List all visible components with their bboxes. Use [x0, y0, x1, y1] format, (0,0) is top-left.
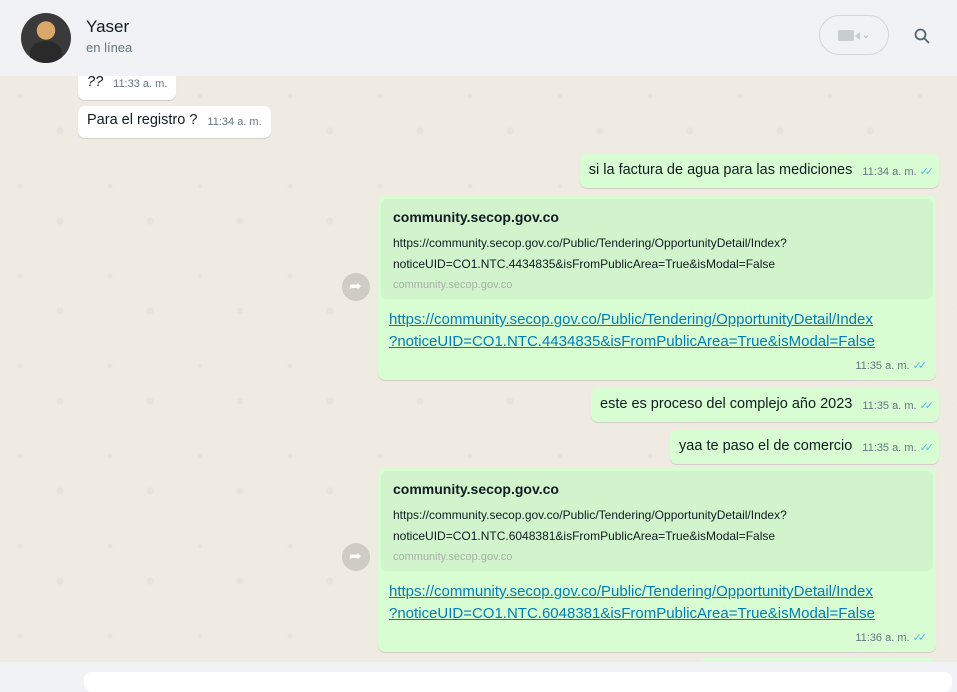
contact-status: en línea [86, 40, 133, 55]
message-outgoing-link[interactable]: community.secop.gov.co https://community… [378, 196, 936, 380]
read-receipt-icon: ✓✓ [919, 166, 935, 178]
link-preview-description: https://community.secop.gov.co/Public/Te… [393, 236, 787, 250]
message-outgoing[interactable]: este es proceso del complejo año 2023 11… [591, 388, 939, 422]
video-call-icon [837, 29, 860, 41]
message-time: 11:35 a. m. [855, 360, 910, 372]
avatar[interactable] [21, 13, 71, 63]
message-time: 11:35 a. m. [862, 442, 917, 454]
message-link[interactable]: https://community.secop.gov.co/Public/Te… [381, 299, 933, 353]
message-outgoing-link[interactable]: community.secop.gov.co https://community… [378, 468, 936, 652]
message-time: 11:34 a. m. [207, 116, 262, 128]
message-text: Para el registro ? [87, 112, 198, 128]
link-preview-domain: community.secop.gov.co [393, 279, 513, 291]
message-text: yaa te paso el de comercio [679, 438, 853, 454]
message-list[interactable]: ?? 11:33 a. m. Para el registro ? 11:34 … [0, 76, 957, 662]
video-call-button[interactable]: ⌄ [819, 15, 889, 55]
search-icon[interactable] [914, 28, 930, 44]
link-preview-description: noticeUID=CO1.NTC.6048381&isFromPublicAr… [393, 529, 776, 543]
read-receipt-icon: ✓✓ [919, 442, 935, 454]
message-time: 11:36 a. m. [855, 632, 910, 644]
message-time: 11:33 a. m. [113, 78, 168, 90]
message-text: si la factura de agua para las medicione… [588, 162, 853, 178]
message-time: 11:35 a. m. [862, 400, 917, 412]
link-preview[interactable]: community.secop.gov.co https://community… [381, 199, 933, 299]
message-text: ?? [87, 76, 104, 90]
message-link[interactable]: https://community.secop.gov.co/Public/Te… [381, 571, 933, 625]
chevron-down-icon: ⌄ [861, 29, 871, 41]
message-time: 11:34 a. m. [862, 166, 917, 178]
link-preview-title: community.secop.gov.co [393, 481, 559, 497]
message-link-line[interactable]: https://community.secop.gov.co/Public/Te… [389, 309, 925, 331]
message-text: este es proceso del complejo año 2023 [600, 396, 853, 412]
message-link-line[interactable]: ?noticeUID=CO1.NTC.4434835&isFromPublicA… [389, 331, 925, 353]
read-receipt-icon: ✓✓ [919, 400, 935, 412]
link-preview-domain: community.secop.gov.co [393, 551, 513, 563]
link-preview-description: noticeUID=CO1.NTC.4434835&isFromPublicAr… [393, 257, 776, 271]
message-incoming[interactable]: ?? 11:33 a. m. [78, 76, 177, 100]
composer-bar [0, 662, 957, 692]
link-preview-title: community.secop.gov.co [393, 209, 559, 225]
contact-name[interactable]: Yaser [86, 17, 129, 37]
forward-icon[interactable] [342, 273, 370, 301]
message-outgoing[interactable]: yaa te paso el de comercio 11:35 a. m. ✓… [670, 430, 939, 464]
message-incoming[interactable]: Para el registro ? 11:34 a. m. [78, 106, 271, 138]
message-link-line[interactable]: ?noticeUID=CO1.NTC.6048381&isFromPublicA… [389, 603, 925, 625]
read-receipt-icon: ✓✓ [912, 360, 928, 372]
forward-icon[interactable] [342, 543, 370, 571]
read-receipt-icon: ✓✓ [912, 632, 928, 644]
chat-header: Yaser en línea ⌄ [0, 0, 957, 76]
link-preview[interactable]: community.secop.gov.co https://community… [381, 471, 933, 571]
message-outgoing[interactable]: si la factura de agua para las medicione… [579, 154, 939, 188]
link-preview-description: https://community.secop.gov.co/Public/Te… [393, 508, 787, 522]
message-input[interactable] [84, 672, 952, 692]
message-link-line[interactable]: https://community.secop.gov.co/Public/Te… [389, 581, 925, 603]
